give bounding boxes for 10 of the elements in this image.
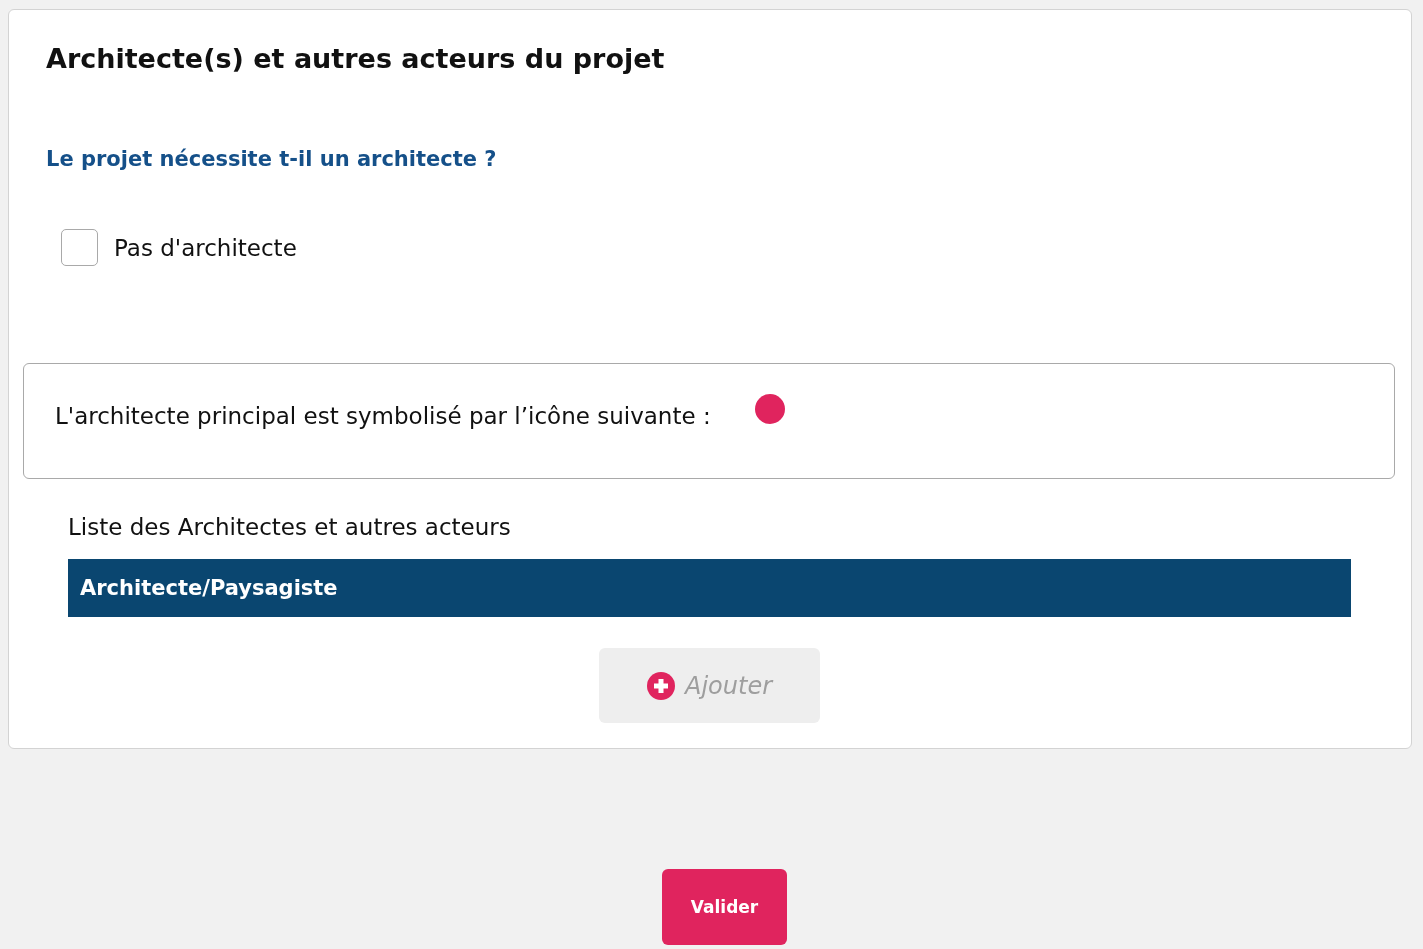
question-text: Le projet nécessite t-il un architecte ? [46, 146, 497, 173]
plus-icon [647, 671, 675, 700]
status-dot-icon [754, 394, 785, 424]
column-header: Architecte/Paysagiste [79, 575, 338, 602]
checkbox-label: Pas d'architecte [114, 233, 297, 263]
section-title: Architecte(s) et autres acteurs du projet [46, 42, 665, 76]
info-text: L'architecte principal est symbolisé par l’icône suivante : [55, 402, 711, 431]
checkbox[interactable] [61, 229, 98, 266]
submit-button[interactable]: Valider [662, 869, 787, 945]
list-heading: Liste des Architectes et autres acteurs [68, 513, 511, 542]
